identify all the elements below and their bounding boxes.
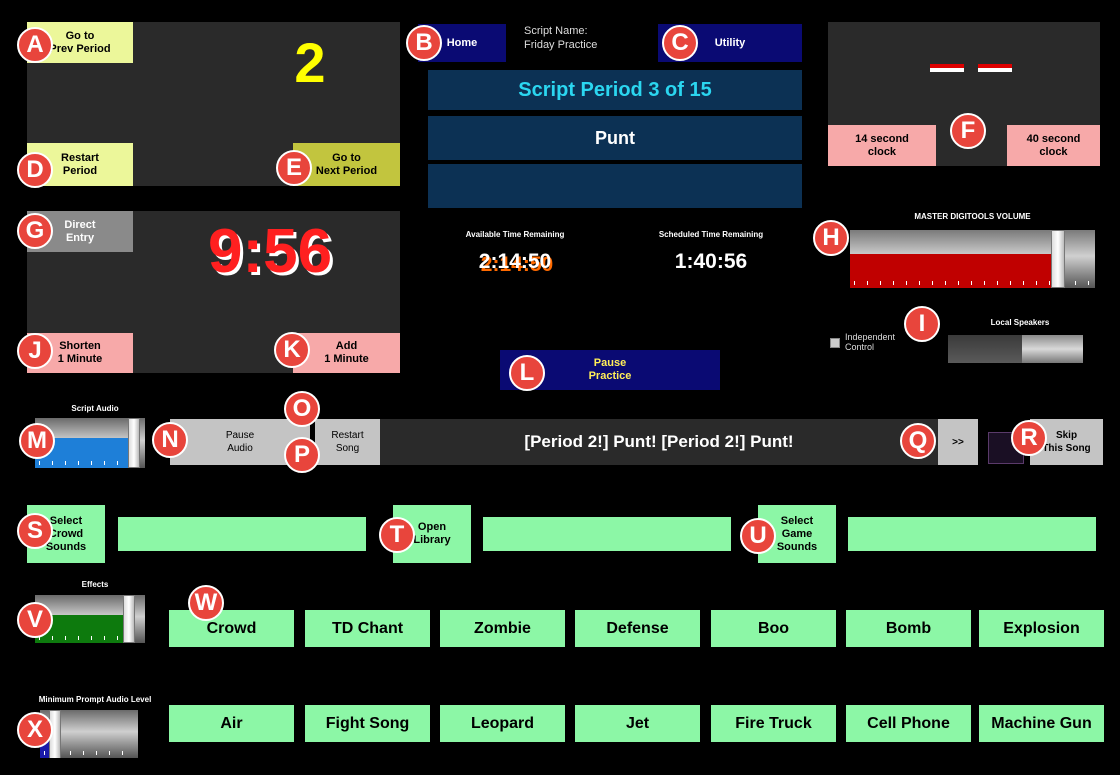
callout-badge-s: S [17,513,53,549]
effect-zombie-button[interactable]: Zombie [440,610,565,647]
callout-badge-k: K [274,332,310,368]
effect-defense-button[interactable]: Defense [575,610,700,647]
callout-badge-i: I [904,306,940,342]
independent-control-checkbox[interactable] [830,338,840,348]
script-period-display: Script Period 3 of 15 [428,70,802,110]
callout-badge-q: Q [900,423,936,459]
script-name-label: Script Name: [524,25,588,37]
callout-badge-t: T [379,517,415,553]
timer-value: 9:56 [207,217,333,286]
script-audio-ticks [39,461,141,465]
effects-label: Effects [81,580,109,589]
callout-badge-b: B [406,25,442,61]
next-song-button[interactable]: >> [938,419,978,465]
scheduled-time-label: Scheduled Time Remaining [658,230,764,239]
effect-cell-phone-button[interactable]: Cell Phone [846,705,971,742]
effect-machine-gun-button[interactable]: Machine Gun [979,705,1104,742]
script-name-value: Friday Practice [524,39,598,51]
callout-badge-c: C [662,25,698,61]
effect-jet-button[interactable]: Jet [575,705,700,742]
fourteen-second-clock-button[interactable]: 14 second clock [828,125,936,166]
callout-badge-a: A [17,27,53,63]
effects-thumb[interactable] [123,595,135,643]
period-name-display: Punt [428,116,802,160]
callout-badge-v: V [17,602,53,638]
effect-crowd-button[interactable]: Crowd [169,610,294,647]
prompt-audio-label: Minimum Prompt Audio Level [38,695,152,704]
callout-badge-n: N [152,422,188,458]
period-number: 2 [294,31,326,94]
play-clock-dash-right [978,64,1012,72]
prompt-audio-slider[interactable] [40,710,138,758]
effect-bomb-button[interactable]: Bomb [846,610,971,647]
available-time-value: 2:14:50 [478,250,552,273]
local-speakers-fill [948,335,1022,363]
local-speakers-label: Local Speakers [990,318,1050,327]
independent-control-label: Independent Control [845,332,896,352]
scheduled-time-value: 1:40:56 [674,250,748,273]
callout-badge-x: X [17,712,53,748]
now-playing-text: [Period 2!] Punt! [Period 2!] Punt! [524,432,794,451]
script-audio-thumb[interactable] [128,418,140,468]
effect-fire-truck-button[interactable]: Fire Truck [711,705,836,742]
script-audio-label: Script Audio [71,404,119,413]
callout-badge-w: W [188,585,224,621]
local-speakers-slider[interactable] [948,335,1083,363]
now-playing-display: [Period 2!] Punt! [Period 2!] Punt! [380,419,938,465]
restart-song-button[interactable]: Restart Song [315,419,380,465]
callout-badge-r: R [1011,420,1047,456]
crowd-sounds-slot[interactable] [118,517,366,551]
master-volume-thumb[interactable] [1051,230,1065,288]
callout-badge-p: P [284,437,320,473]
effect-air-button[interactable]: Air [169,705,294,742]
period-extra-display [428,164,802,208]
effect-explosion-button[interactable]: Explosion [979,610,1104,647]
effect-boo-button[interactable]: Boo [711,610,836,647]
callout-badge-j: J [17,333,53,369]
game-sounds-slot[interactable] [848,517,1096,551]
callout-badge-f: F [950,113,986,149]
available-time-label: Available Time Remaining [465,230,565,239]
effect-td-chant-button[interactable]: TD Chant [305,610,430,647]
callout-badge-m: M [19,423,55,459]
effect-fight-song-button[interactable]: Fight Song [305,705,430,742]
effect-leopard-button[interactable]: Leopard [440,705,565,742]
callout-badge-u: U [740,518,776,554]
master-volume-slider[interactable] [850,230,1095,288]
callout-badge-g: G [17,213,53,249]
callout-badge-o: O [284,391,320,427]
forty-second-clock-button[interactable]: 40 second clock [1007,125,1100,166]
callout-badge-e: E [276,150,312,186]
callout-badge-d: D [17,152,53,188]
callout-badge-l: L [509,355,545,391]
callout-badge-h: H [813,220,849,256]
play-clock-dash-left [930,64,964,72]
master-volume-label: MASTER DIGITOOLS VOLUME [914,212,1031,221]
library-slot[interactable] [483,517,731,551]
